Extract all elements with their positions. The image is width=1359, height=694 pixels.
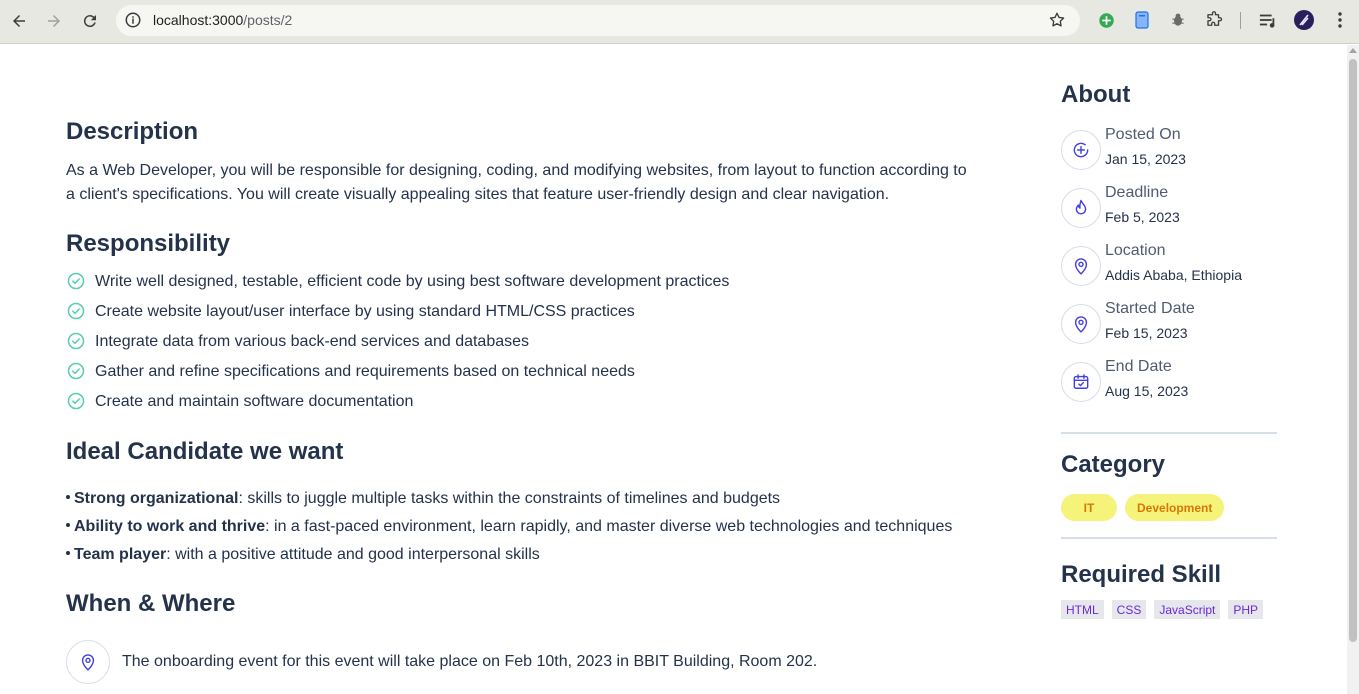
- responsibility-text: Integrate data from various back-end ser…: [95, 333, 530, 350]
- meta-value: Addis Ababa, Ethiopia: [1105, 267, 1242, 283]
- ideal-candidate-bold: Team player: [74, 546, 167, 563]
- location-pin-icon: [1061, 304, 1101, 344]
- meta-location: Location Addis Ababa, Ethiopia: [1061, 242, 1277, 289]
- meta-posted-on: Posted On Jan 15, 2023: [1061, 126, 1277, 173]
- extension-document-icon[interactable]: [1132, 10, 1152, 30]
- meta-started-date: Started Date Feb 15, 2023: [1061, 300, 1277, 347]
- skill-tag[interactable]: CSS: [1111, 600, 1147, 619]
- responsibility-item: Create and maintain software documentati…: [66, 390, 729, 420]
- responsibility-text: Create and maintain software documentati…: [95, 393, 414, 410]
- back-icon[interactable]: [7, 9, 31, 33]
- extension-bug-icon[interactable]: [1168, 10, 1188, 30]
- responsibility-item: Write well designed, testable, efficient…: [66, 270, 729, 300]
- category-tags: IT Development: [1061, 494, 1225, 521]
- bullet-dot: [66, 495, 70, 500]
- meta-value: Feb 15, 2023: [1105, 325, 1188, 341]
- bookmark-star-icon[interactable]: [1048, 11, 1066, 29]
- url-text[interactable]: localhost:3000/posts/2: [153, 12, 292, 28]
- address-bar[interactable]: localhost:3000/posts/2: [116, 5, 1080, 36]
- responsibility-text: Write well designed, testable, efficient…: [95, 273, 730, 290]
- plus-circle-icon: [1061, 130, 1101, 170]
- check-circle-icon: [67, 332, 85, 350]
- category-tag[interactable]: Development: [1125, 494, 1225, 521]
- check-circle-icon: [67, 362, 85, 380]
- scrollbar-thumb[interactable]: [1349, 59, 1357, 642]
- skill-tag[interactable]: JavaScript: [1154, 600, 1221, 619]
- ideal-candidate-text: : in a fast-paced environment, learn rap…: [265, 518, 953, 535]
- url-host: localhost:3000: [153, 12, 244, 28]
- ideal-candidate-list: Strong organizational: skills to juggle …: [66, 487, 952, 571]
- extensions-puzzle-icon[interactable]: [1204, 10, 1224, 30]
- bullet-dot: [66, 523, 70, 528]
- skill-tag[interactable]: HTML: [1061, 600, 1104, 619]
- responsibility-item: Gather and refine specifications and req…: [66, 360, 729, 390]
- fire-icon: [1061, 188, 1101, 228]
- meta-label: Started Date: [1105, 300, 1195, 317]
- meta-value: Feb 5, 2023: [1105, 209, 1180, 225]
- meta-value: Jan 15, 2023: [1105, 151, 1186, 167]
- section-divider: [1061, 432, 1277, 434]
- about-heading: About: [1061, 81, 1131, 108]
- forward-icon[interactable]: [42, 9, 66, 33]
- media-queue-icon[interactable]: [1258, 10, 1278, 30]
- ideal-candidate-item: Strong organizational: skills to juggle …: [66, 487, 952, 515]
- check-circle-icon: [67, 302, 85, 320]
- url-path: /posts/2: [243, 12, 293, 28]
- when-where-text: The onboarding event for this event will…: [122, 653, 818, 670]
- meta-label: Location: [1105, 242, 1166, 259]
- responsibility-heading: Responsibility: [66, 230, 231, 257]
- page-scrollbar[interactable]: [1347, 45, 1359, 694]
- ideal-candidate-item: Team player: with a positive attitude an…: [66, 543, 952, 571]
- meta-label: Deadline: [1105, 184, 1169, 201]
- description-text: As a Web Developer, you will be responsi…: [66, 162, 967, 203]
- location-pin-icon: [66, 640, 110, 684]
- when-where-row: The onboarding event for this event will…: [66, 640, 966, 684]
- when-where-heading: When & Where: [66, 590, 236, 617]
- check-circle-icon: [67, 272, 85, 290]
- responsibility-item: Integrate data from various back-end ser…: [66, 330, 729, 360]
- meta-label: Posted On: [1105, 126, 1181, 143]
- location-pin-icon: [1061, 246, 1101, 286]
- ideal-candidate-heading: Ideal Candidate we want: [66, 438, 344, 465]
- ideal-candidate-bold: Strong organizational: [74, 490, 239, 507]
- skill-tags: HTML CSS JavaScript PHP: [1061, 600, 1264, 619]
- meta-end-date: End Date Aug 15, 2023: [1061, 358, 1277, 405]
- required-skill-heading: Required Skill: [1061, 561, 1222, 588]
- toolbar-separator: [1240, 12, 1241, 29]
- meta-deadline: Deadline Feb 5, 2023: [1061, 184, 1277, 231]
- ideal-candidate-text: : skills to juggle multiple tasks within…: [238, 490, 781, 507]
- responsibility-item: Create website layout/user interface by …: [66, 300, 729, 330]
- extension-green-plus-icon[interactable]: [1096, 10, 1116, 30]
- site-info-icon[interactable]: [124, 11, 142, 29]
- meta-label: End Date: [1105, 358, 1172, 375]
- reload-icon[interactable]: [78, 9, 102, 33]
- meta-value: Aug 15, 2023: [1105, 383, 1189, 399]
- ideal-candidate-text: : with a positive attitude and good inte…: [166, 546, 540, 563]
- category-heading: Category: [1061, 451, 1166, 478]
- browser-toolbar: localhost:3000/posts/2: [0, 0, 1359, 44]
- responsibility-text: Create website layout/user interface by …: [95, 303, 635, 320]
- bullet-dot: [66, 551, 70, 556]
- browser-menu-icon[interactable]: [1330, 10, 1350, 30]
- calendar-check-icon: [1061, 362, 1101, 402]
- ideal-candidate-bold: Ability to work and thrive: [74, 518, 266, 535]
- ideal-candidate-item: Ability to work and thrive: in a fast-pa…: [66, 515, 952, 543]
- responsibility-text: Gather and refine specifications and req…: [95, 363, 635, 380]
- section-divider: [1061, 537, 1277, 539]
- profile-avatar-icon[interactable]: [1294, 10, 1314, 30]
- scroll-up-arrow-icon[interactable]: [1349, 48, 1357, 53]
- description-heading: Description: [66, 118, 199, 145]
- responsibility-list: Write well designed, testable, efficient…: [66, 270, 729, 420]
- category-tag[interactable]: IT: [1061, 494, 1117, 521]
- check-circle-icon: [67, 392, 85, 410]
- skill-tag[interactable]: PHP: [1228, 600, 1264, 619]
